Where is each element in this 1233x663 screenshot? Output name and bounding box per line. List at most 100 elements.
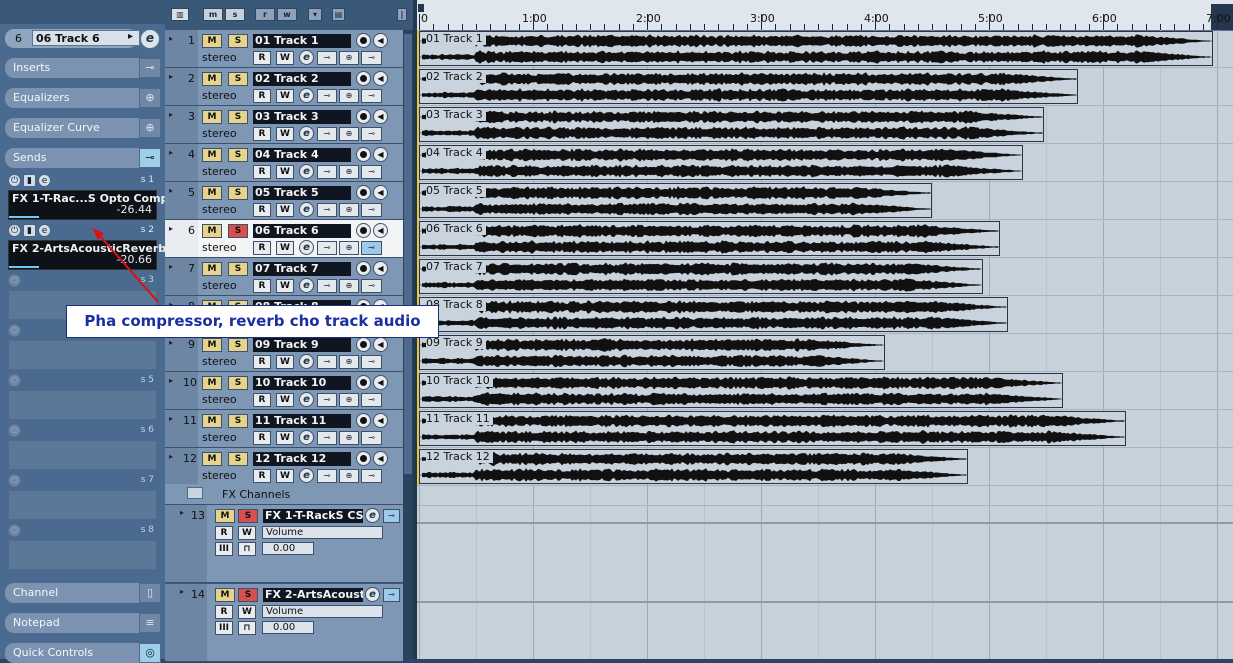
monitor-icon[interactable]: ◀: [373, 185, 388, 200]
pre-post-icon[interactable]: ▮: [23, 174, 36, 187]
mute-button[interactable]: M: [202, 376, 222, 390]
send-bypass-icon[interactable]: ⊸: [361, 241, 382, 255]
solo-button[interactable]: S: [228, 414, 248, 428]
edit-channel-icon[interactable]: e: [365, 587, 380, 602]
mute-button[interactable]: M: [202, 414, 222, 428]
write-automation-button[interactable]: W: [276, 89, 294, 103]
write-automation-button[interactable]: W: [276, 431, 294, 445]
audio-event[interactable]: 05 Track 5: [419, 183, 932, 218]
inspector-track-name[interactable]: 6 06 Track 6 ▸: [5, 29, 140, 48]
mute-button[interactable]: M: [215, 588, 235, 602]
monitor-icon[interactable]: ◀: [373, 147, 388, 162]
mute-button[interactable]: M: [215, 509, 235, 523]
insert-bypass-icon[interactable]: ⊸: [317, 355, 337, 369]
solo-button[interactable]: S: [228, 452, 248, 466]
track-row[interactable]: ▸ 1 stereo M S 01 Track 1 ◀ R We ⊸ ⊕ ⊸: [165, 30, 413, 68]
edit-channel-icon[interactable]: e: [299, 468, 314, 483]
send-slot-5[interactable]: [8, 390, 157, 420]
section-equalizer-curve[interactable]: Equalizer Curve: [5, 118, 139, 138]
fx-channels-folder[interactable]: FX Channels: [165, 484, 403, 505]
edit-icon[interactable]: e: [38, 174, 51, 187]
write-automation-button[interactable]: W: [276, 51, 294, 65]
edit-channel-button[interactable]: e: [140, 29, 160, 49]
track-name[interactable]: 12 Track 12: [253, 452, 351, 466]
send-bypass-icon[interactable]: ⊸: [361, 203, 382, 217]
edit-channel-icon[interactable]: e: [299, 50, 314, 65]
insert-bypass-icon[interactable]: ⊸: [317, 165, 337, 179]
track-name[interactable]: FX 1-T-RackS CS (: [263, 509, 363, 523]
insert-bypass-icon[interactable]: ⊸: [317, 431, 337, 445]
send-slot-6[interactable]: [8, 440, 157, 470]
track-row[interactable]: ▸ 6 stereo M S 06 Track 6 ◀ R We ⊸ ⊕ ⊸: [165, 220, 413, 258]
audio-event[interactable]: 07 Track 7: [419, 259, 983, 294]
mute-button[interactable]: M: [202, 338, 222, 352]
read-automation-button[interactable]: R: [253, 279, 271, 293]
solo-button[interactable]: S: [228, 148, 248, 162]
chevron-down-icon[interactable]: ▾: [308, 8, 322, 21]
edit-channel-icon[interactable]: e: [299, 88, 314, 103]
edit-channel-icon[interactable]: e: [299, 240, 314, 255]
read-automation-button[interactable]: R: [253, 89, 271, 103]
send-bypass-icon[interactable]: ⊸: [361, 165, 382, 179]
mute-button[interactable]: M: [202, 34, 222, 48]
monitor-icon[interactable]: ◀: [373, 451, 388, 466]
expand-icon[interactable]: ▸: [180, 587, 184, 596]
audio-event[interactable]: 12 Track 12: [419, 449, 968, 484]
mute-button[interactable]: M: [202, 72, 222, 86]
insert-bypass-icon[interactable]: ⊸: [317, 279, 337, 293]
read-automation-button[interactable]: R: [253, 469, 271, 483]
record-enable-icon[interactable]: [356, 261, 371, 276]
expand-icon[interactable]: ▸: [169, 224, 173, 233]
track-name[interactable]: 06 Track 6: [253, 224, 351, 238]
send-bypass-icon[interactable]: ⊸: [361, 393, 382, 407]
write-automation-button[interactable]: W: [276, 469, 294, 483]
solo-button[interactable]: S: [228, 110, 248, 124]
event-lane[interactable]: 06 Track 6: [417, 220, 1233, 258]
eq-bypass-icon[interactable]: ⊕: [139, 88, 161, 108]
expand-icon[interactable]: ▸: [169, 110, 173, 119]
fx-track-row[interactable]: ▸ 14 MS FX 2-ArtsAcoustice⊸ RW Volume III ⊓ 0.00: [165, 584, 403, 662]
record-enable-icon[interactable]: [356, 451, 371, 466]
monitor-icon[interactable]: ◀: [373, 261, 388, 276]
eq-bypass-icon[interactable]: ⊕: [339, 203, 359, 217]
monitor-icon[interactable]: ◀: [373, 375, 388, 390]
send-slot-7[interactable]: [8, 490, 157, 520]
event-lane[interactable]: 12 Track 12: [417, 448, 1233, 486]
eq-bypass-icon[interactable]: ⊕: [339, 279, 359, 293]
track-row[interactable]: ▸ 9 stereo M S 09 Track 9 ◀ R We ⊸ ⊕ ⊸: [165, 334, 413, 372]
audio-event[interactable]: 11 Track 11: [419, 411, 1126, 446]
expand-icon[interactable]: ▸: [180, 508, 184, 517]
expand-icon[interactable]: ▸: [169, 186, 173, 195]
track-colors-icon[interactable]: ▥: [171, 8, 189, 21]
edit-channel-icon[interactable]: e: [299, 278, 314, 293]
lock-icon[interactable]: ⊓: [238, 542, 256, 556]
insert-bypass-icon[interactable]: ⊸: [383, 588, 400, 602]
expand-icon[interactable]: ▸: [169, 262, 173, 271]
power-icon[interactable]: ⏻: [8, 174, 21, 187]
edit-channel-icon[interactable]: e: [365, 508, 380, 523]
notepad-icon[interactable]: ≡: [139, 613, 161, 633]
sends-bypass-icon[interactable]: ⊸: [139, 148, 161, 168]
channel-icon[interactable]: ▯: [139, 583, 161, 603]
edit-channel-icon[interactable]: e: [299, 430, 314, 445]
track-row[interactable]: ▸ 7 stereo M S 07 Track 7 ◀ R We ⊸ ⊕ ⊸: [165, 258, 413, 296]
expand-icon[interactable]: ▸: [169, 452, 173, 461]
record-enable-icon[interactable]: [356, 185, 371, 200]
write-automation-button[interactable]: W: [276, 355, 294, 369]
expand-icon[interactable]: ▸: [169, 376, 173, 385]
automation-value[interactable]: 0.00: [262, 542, 314, 555]
mute-button[interactable]: M: [202, 262, 222, 276]
write-automation-button[interactable]: W: [276, 165, 294, 179]
track-name[interactable]: 07 Track 7: [253, 262, 351, 276]
chevron-right-icon[interactable]: ▸: [128, 31, 133, 42]
track-name[interactable]: 03 Track 3: [253, 110, 351, 124]
track-row[interactable]: ▸ 12 stereo M S 12 Track 12 ◀ R We ⊸ ⊕ ⊸: [165, 448, 413, 486]
track-name[interactable]: 01 Track 1: [253, 34, 351, 48]
record-enable-icon[interactable]: [356, 223, 371, 238]
track-name[interactable]: FX 2-ArtsAcoustic: [263, 588, 363, 602]
section-sends[interactable]: Sends: [5, 148, 139, 168]
power-icon[interactable]: ⏻: [8, 324, 21, 337]
quick-controls-icon[interactable]: ◎: [139, 643, 161, 663]
solo-button[interactable]: S: [228, 186, 248, 200]
power-icon[interactable]: ⏻: [8, 474, 21, 487]
